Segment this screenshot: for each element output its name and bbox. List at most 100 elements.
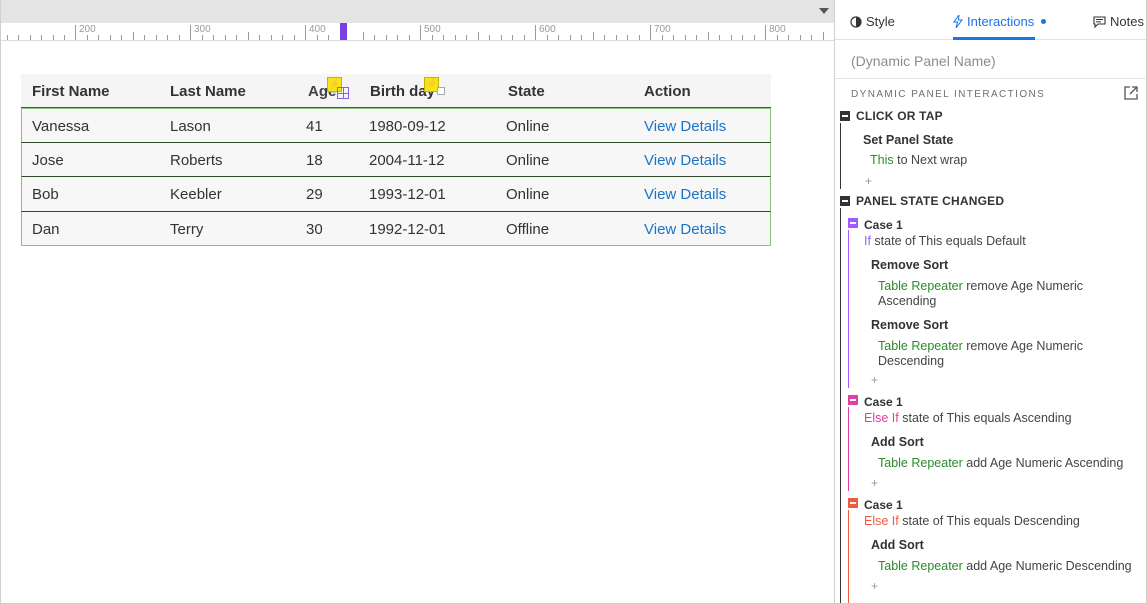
action-detail-text: add Age Numeric Descending	[962, 559, 1132, 573]
style-icon	[850, 15, 862, 28]
table-row: Vanessa Lason 41 1980-09-12 Online View …	[21, 108, 771, 143]
cell-first-name: Vanessa	[32, 118, 90, 135]
tab-style[interactable]: Style	[850, 14, 895, 29]
action-detail[interactable]: Table Repeater remove Age Numeric Descend…	[878, 339, 1083, 369]
cell-state: Online	[506, 151, 550, 169]
case-keyword: Else If	[864, 514, 899, 528]
view-details-link[interactable]: View Details	[644, 221, 726, 238]
collapse-event-icon[interactable]	[840, 111, 850, 121]
canvas-top-strip	[1, 0, 835, 23]
add-action-icon[interactable]: +	[865, 174, 872, 188]
tab-notes[interactable]: Notes	[1093, 14, 1144, 29]
cell-last-name: Lason	[170, 118, 211, 135]
action-add-sort[interactable]: Add Sort	[871, 538, 924, 552]
event-guide-line	[840, 123, 841, 189]
cell-age: 30	[306, 220, 323, 238]
action-set-panel-state[interactable]: Set Panel State	[863, 133, 953, 147]
cell-state: Offline	[506, 220, 550, 238]
action-detail[interactable]: This to Next wrap	[870, 153, 967, 168]
action-detail[interactable]: Table Repeater add Age Numeric Descendin…	[878, 559, 1132, 574]
tab-style-label: Style	[866, 14, 895, 29]
ruler-selection-marker[interactable]	[340, 23, 347, 40]
dynamic-panel-icon[interactable]	[337, 87, 349, 99]
inspector-panel: Style Interactions Notes (Dynamic Panel …	[834, 0, 1147, 604]
cell-state: Online	[506, 186, 550, 203]
table-row: Jose Roberts 18 2004-11-12 Online View D…	[21, 142, 771, 177]
divider	[835, 78, 1146, 79]
action-detail-text: add Age Numeric Ascending	[962, 456, 1124, 470]
ruler-label: 500	[424, 24, 441, 35]
collapse-case-icon[interactable]	[848, 395, 858, 405]
cell-last-name: Terry	[170, 220, 204, 238]
event-guide-line	[840, 208, 841, 603]
action-target: Table Repeater	[878, 456, 963, 470]
ruler-label: 800	[769, 24, 786, 35]
action-target: Table Repeater	[878, 279, 963, 293]
case-keyword: Else If	[864, 411, 899, 425]
event-panel-state-changed[interactable]: PANEL STATE CHANGED	[856, 194, 1004, 208]
tab-interactions-label: Interactions	[967, 14, 1035, 29]
action-detail-text: remove Age Numeric	[962, 279, 1083, 293]
dynamic-panel-icon[interactable]	[437, 87, 445, 95]
action-detail[interactable]: Table Repeater remove Age Numeric Ascendi…	[878, 279, 1083, 309]
case-condition-text: state of This equals Descending	[898, 514, 1080, 528]
tab-notes-label: Notes	[1110, 14, 1144, 29]
table-row: Bob Keebler 29 1993-12-01 Online View De…	[21, 177, 771, 212]
cell-birth-day: 1993-12-01	[369, 186, 446, 203]
cell-birth-day: 2004-11-12	[369, 151, 445, 169]
cell-age: 18	[306, 151, 323, 169]
add-action-icon[interactable]: +	[871, 373, 878, 387]
ruler-label: 400	[309, 24, 326, 35]
action-target: Table Repeater	[878, 559, 963, 573]
cell-birth-day: 1980-09-12	[369, 118, 446, 135]
table-row: Dan Terry 30 1992-12-01 Offline View Det…	[21, 211, 771, 246]
action-detail-text: Descending	[878, 354, 945, 368]
cell-age: 41	[306, 118, 323, 135]
case-condition[interactable]: Else If state of This equals Ascending	[864, 411, 1072, 425]
view-details-link[interactable]: View Details	[644, 118, 726, 135]
action-target: This	[870, 153, 894, 167]
column-header-state[interactable]: State	[508, 83, 545, 100]
cell-first-name: Bob	[32, 186, 59, 203]
case-condition[interactable]: If state of This equals Default	[864, 234, 1026, 248]
unsaved-dot-icon	[1041, 19, 1047, 24]
collapse-case-icon[interactable]	[848, 498, 858, 508]
action-remove-sort[interactable]: Remove Sort	[871, 258, 948, 272]
cell-birth-day: 1992-12-01	[369, 220, 446, 238]
ruler-label: 300	[194, 24, 211, 35]
column-header-first-name[interactable]: First Name	[32, 83, 110, 100]
case-condition[interactable]: Else If state of This equals Descending	[864, 514, 1080, 528]
event-click-or-tap[interactable]: CLICK OR TAP	[856, 109, 943, 123]
action-detail-text: to Next wrap	[893, 153, 968, 167]
add-action-icon[interactable]: +	[871, 579, 878, 593]
section-title: DYNAMIC PANEL INTERACTIONS	[851, 89, 1046, 100]
case-guide-line	[848, 407, 849, 491]
column-header-last-name[interactable]: Last Name	[170, 83, 246, 100]
case-condition-text: state of This equals Ascending	[898, 411, 1072, 425]
design-canvas[interactable]: 200 300 400 500 600 700 800 First Name L…	[0, 0, 835, 604]
expand-external-icon[interactable]	[1124, 86, 1138, 100]
view-details-link[interactable]: View Details	[644, 186, 726, 203]
cell-first-name: Dan	[32, 220, 60, 238]
case-label[interactable]: Case 1	[864, 498, 903, 512]
action-add-sort[interactable]: Add Sort	[871, 435, 924, 449]
collapse-event-icon[interactable]	[840, 196, 850, 206]
case-label[interactable]: Case 1	[864, 218, 903, 232]
action-detail[interactable]: Table Repeater add Age Numeric Ascending	[878, 456, 1123, 471]
panel-name-field[interactable]: (Dynamic Panel Name)	[851, 53, 996, 69]
action-detail-text: Ascending	[878, 294, 937, 308]
view-details-link[interactable]: View Details	[644, 152, 726, 169]
horizontal-ruler: 200 300 400 500 600 700 800	[1, 23, 835, 41]
table-repeater[interactable]: First Name Last Name Age ⚡ Birth day ⚡ S…	[21, 74, 771, 246]
action-remove-sort[interactable]: Remove Sort	[871, 318, 948, 332]
action-detail-text: remove Age Numeric	[962, 339, 1083, 353]
collapse-case-icon[interactable]	[848, 218, 858, 228]
chevron-down-icon[interactable]	[819, 8, 829, 14]
tab-interactions[interactable]: Interactions	[953, 14, 1047, 29]
case-guide-line	[848, 510, 849, 603]
case-keyword: If	[864, 234, 871, 248]
notes-icon	[1093, 15, 1106, 28]
column-header-action[interactable]: Action	[644, 83, 691, 100]
add-action-icon[interactable]: +	[871, 476, 878, 490]
case-label[interactable]: Case 1	[864, 395, 903, 409]
